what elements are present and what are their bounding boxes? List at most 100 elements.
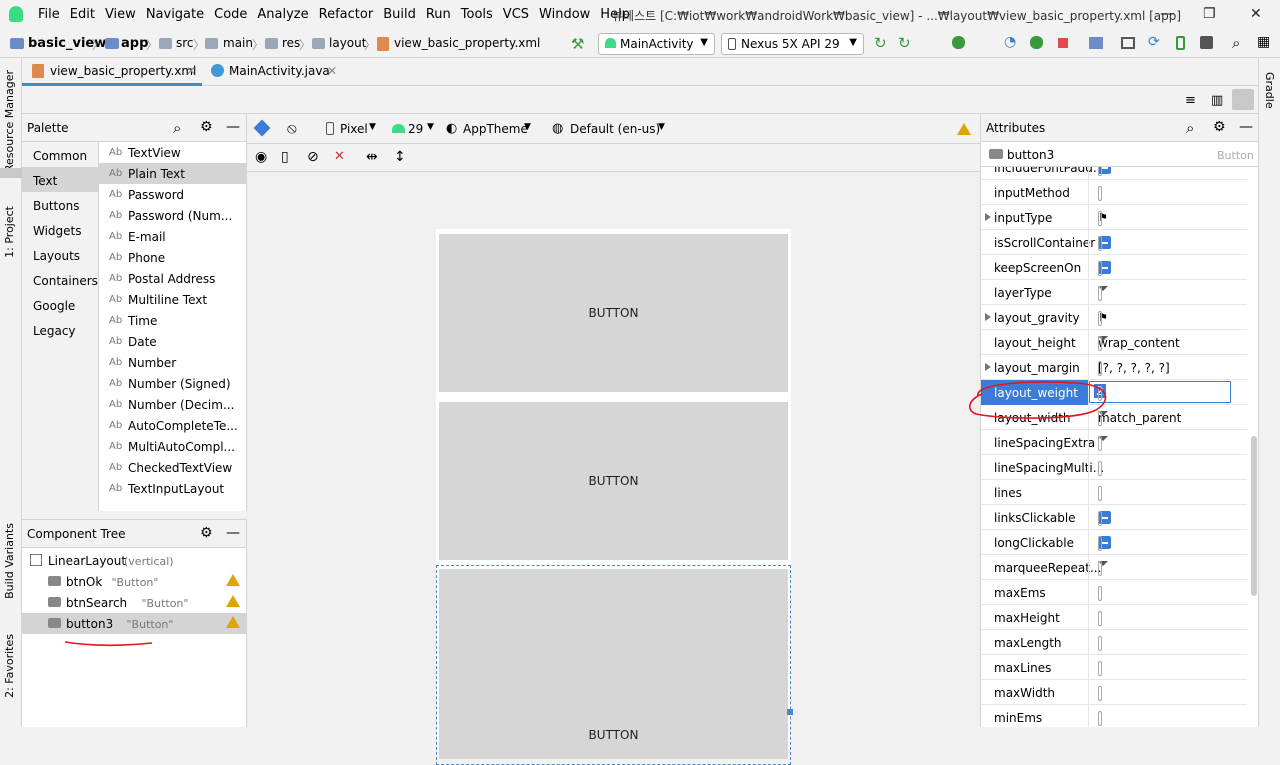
- stop-icon[interactable]: [1058, 38, 1068, 48]
- expand-arrow-icon[interactable]: [985, 313, 991, 321]
- attribute-row[interactable]: lineSpacingExtra: [981, 430, 1247, 455]
- attribute-value-cell[interactable]: ⚑: [1088, 205, 1247, 230]
- breadcrumb-res[interactable]: res: [282, 36, 300, 50]
- warning-icon[interactable]: [226, 595, 240, 607]
- breadcrumb-module[interactable]: app: [121, 36, 148, 51]
- warning-icon[interactable]: [957, 123, 971, 135]
- preview-button-btnok[interactable]: BUTTON: [439, 234, 788, 392]
- vertical-guidelines-icon[interactable]: ↕: [394, 149, 406, 165]
- search-icon[interactable]: ⌕: [1186, 119, 1194, 137]
- preview-button-btnsearch[interactable]: BUTTON: [439, 402, 788, 560]
- resource-picker-icon[interactable]: [1098, 211, 1102, 226]
- settings-icon[interactable]: ▦: [1257, 34, 1270, 50]
- resource-picker-icon[interactable]: [1098, 511, 1102, 526]
- menu-edit[interactable]: Edit: [70, 7, 95, 22]
- tree-row-btnok[interactable]: btnOk "Button": [22, 571, 247, 592]
- palette-widget[interactable]: Ab E-mail: [99, 226, 247, 247]
- palette-widget[interactable]: Ab CheckedTextView: [99, 457, 247, 478]
- code-view-icon[interactable]: ≡: [1185, 93, 1196, 108]
- attribute-value-cell[interactable]: [1088, 705, 1247, 727]
- resource-picker-icon[interactable]: [1098, 611, 1102, 626]
- run-configuration-dropdown[interactable]: MainActivity ▼: [598, 33, 715, 55]
- attribute-value-cell[interactable]: [1088, 230, 1247, 255]
- tab-project[interactable]: 1: Project: [3, 206, 16, 258]
- attribute-row[interactable]: keepScreenOn: [981, 255, 1247, 280]
- clear-constraints-icon[interactable]: ✕: [334, 149, 345, 164]
- attribute-row[interactable]: maxWidth: [981, 680, 1247, 705]
- debug-icon[interactable]: [952, 36, 965, 49]
- attribute-value-cell[interactable]: wrap_content: [1088, 330, 1247, 355]
- menu-view[interactable]: View: [105, 7, 136, 22]
- attribute-row[interactable]: minEms: [981, 705, 1247, 727]
- device-selector[interactable]: Pixel: [340, 122, 368, 136]
- menu-code[interactable]: Code: [214, 7, 247, 22]
- attribute-row[interactable]: maxEms: [981, 580, 1247, 605]
- palette-category-widgets[interactable]: Widgets: [22, 217, 98, 242]
- avd-manager-icon[interactable]: [1121, 37, 1135, 49]
- layers-icon[interactable]: [253, 119, 271, 137]
- palette-category-containers[interactable]: Containers: [22, 267, 98, 292]
- resource-picker-icon[interactable]: [1098, 461, 1102, 476]
- attach-debugger-icon[interactable]: [1030, 36, 1043, 49]
- menu-refactor[interactable]: Refactor: [319, 7, 374, 22]
- attribute-row[interactable]: includeFontPadd...: [981, 167, 1247, 180]
- attribute-value-cell[interactable]: [1088, 505, 1247, 530]
- locale-selector[interactable]: Default (en-us): [570, 122, 660, 136]
- tree-row-linearlayout[interactable]: LinearLayout (vertical): [22, 550, 247, 571]
- attribute-value-cell[interactable]: [1088, 180, 1247, 205]
- profile-icon[interactable]: ◔: [1004, 34, 1016, 50]
- resource-picker-icon[interactable]: [1098, 336, 1102, 351]
- attribute-row[interactable]: layerType: [981, 280, 1247, 305]
- attribute-value-cell[interactable]: [1088, 555, 1247, 580]
- attribute-row[interactable]: layout_gravity ⚑: [981, 305, 1247, 330]
- attribute-value-cell[interactable]: [1088, 630, 1247, 655]
- resource-picker-icon[interactable]: [1098, 561, 1102, 576]
- resource-picker-icon[interactable]: [1098, 411, 1102, 426]
- menu-window[interactable]: Window: [539, 7, 590, 22]
- tab-gradle[interactable]: Gradle: [1263, 72, 1276, 109]
- breadcrumb-src[interactable]: src: [176, 36, 194, 50]
- warning-icon[interactable]: [226, 616, 240, 628]
- attribute-row[interactable]: layout_weight 2: [981, 380, 1247, 405]
- apply-changes-icon[interactable]: ↻: [874, 34, 887, 52]
- attribute-row[interactable]: lineSpacingMulti...: [981, 455, 1247, 480]
- attribute-value-cell[interactable]: [1088, 280, 1247, 305]
- resource-picker-icon[interactable]: [1098, 361, 1102, 376]
- resource-picker-icon[interactable]: [1098, 661, 1102, 676]
- resize-handle[interactable]: [787, 709, 793, 715]
- breadcrumb-file[interactable]: view_basic_property.xml: [394, 36, 540, 50]
- close-tab-icon[interactable]: ✕: [186, 64, 196, 78]
- attribute-row[interactable]: lines: [981, 480, 1247, 505]
- attributes-scrollbar[interactable]: [1251, 436, 1257, 596]
- palette-category-legacy[interactable]: Legacy: [22, 317, 98, 342]
- attribute-row[interactable]: marqueeRepeat...: [981, 555, 1247, 580]
- palette-widget[interactable]: Ab TextView: [99, 142, 247, 163]
- palette-category-layouts[interactable]: Layouts: [22, 242, 98, 267]
- horizontal-guidelines-icon[interactable]: ⇹: [366, 149, 378, 165]
- gear-icon[interactable]: ⚙: [200, 525, 213, 541]
- apply-code-changes-icon[interactable]: ↻: [898, 34, 911, 52]
- resource-picker-icon[interactable]: [1098, 186, 1102, 201]
- device-manager-icon[interactable]: [1176, 36, 1185, 50]
- resource-picker-icon[interactable]: [1098, 236, 1102, 251]
- palette-widget[interactable]: Ab Multiline Text: [99, 289, 247, 310]
- api-level-selector[interactable]: 29: [408, 122, 423, 136]
- breadcrumb-main[interactable]: main: [223, 36, 253, 50]
- split-view-icon[interactable]: ▥: [1211, 93, 1223, 108]
- palette-category-google[interactable]: Google: [22, 292, 98, 317]
- menu-vcs[interactable]: VCS: [503, 7, 529, 22]
- attribute-value-cell[interactable]: [1088, 680, 1247, 705]
- autoconnect-icon[interactable]: ⊘: [307, 149, 319, 165]
- resource-picker-icon[interactable]: [1098, 436, 1102, 451]
- resource-picker-icon[interactable]: [1098, 167, 1102, 176]
- attribute-row[interactable]: layout_width match_parent: [981, 405, 1247, 430]
- tab-build-variants[interactable]: Build Variants: [3, 523, 16, 599]
- orientation-icon[interactable]: ⦸: [287, 119, 297, 137]
- sdk-manager-icon[interactable]: [1200, 36, 1213, 49]
- device-dropdown[interactable]: Nexus 5X API 29 ▼: [721, 33, 864, 55]
- attribute-row[interactable]: longClickable: [981, 530, 1247, 555]
- menu-tools[interactable]: Tools: [461, 7, 493, 22]
- palette-widget[interactable]: Ab Date: [99, 331, 247, 352]
- tab-main-activity[interactable]: MainActivity.java ✕: [208, 58, 358, 86]
- resource-picker-icon[interactable]: [1098, 286, 1102, 301]
